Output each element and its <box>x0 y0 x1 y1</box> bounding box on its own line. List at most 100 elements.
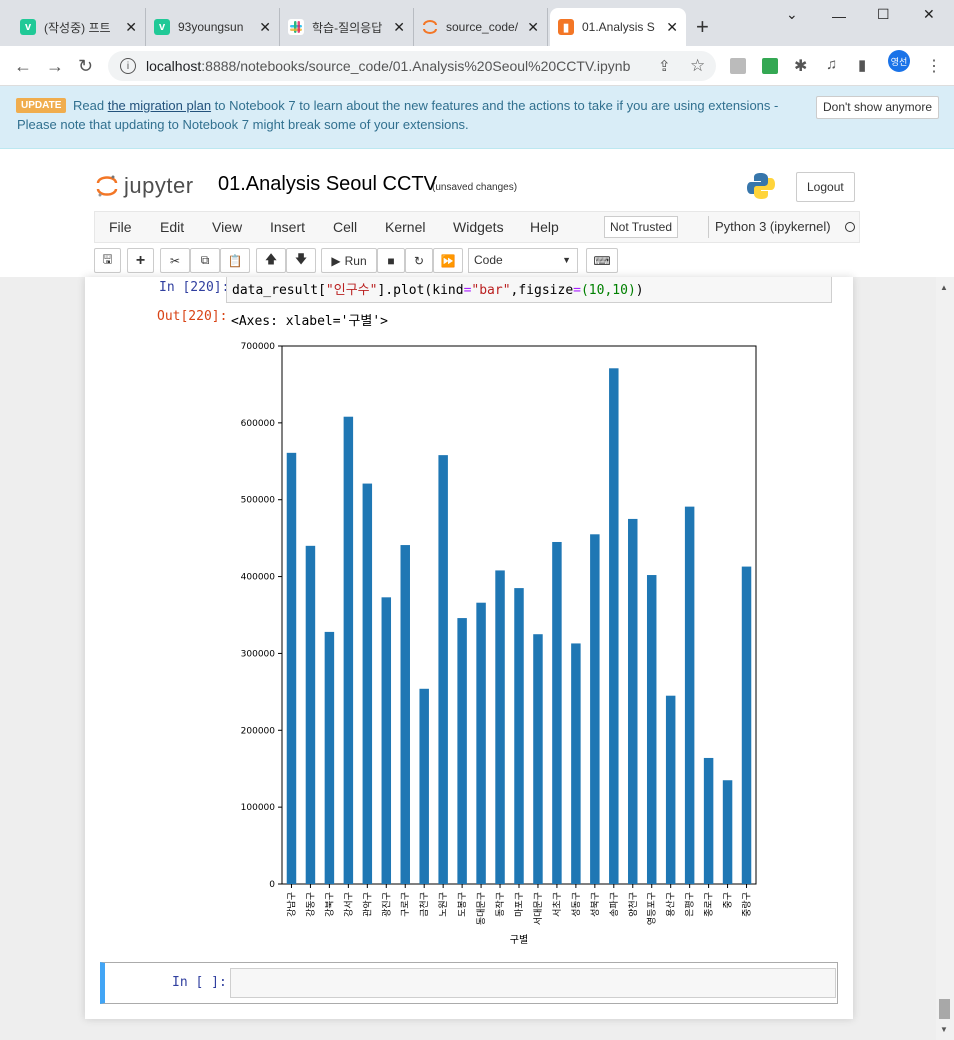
menu-edit[interactable]: Edit <box>160 219 184 235</box>
scrollbar-thumb[interactable] <box>939 999 950 1019</box>
run-button[interactable]: ▶ Run <box>321 248 377 273</box>
copy-button[interactable]: ⧉ <box>190 248 220 273</box>
scroll-down-icon[interactable]: ▼ <box>940 1025 948 1034</box>
scrollbar[interactable]: ▲ ▼ <box>936 277 954 1040</box>
copy-icon: ⧉ <box>200 253 210 267</box>
browser-tab[interactable]: 학습-질의응답 ✕ <box>280 8 414 46</box>
code-token: ].plot(kind <box>377 283 464 298</box>
x-tick-label: 구로구 <box>400 892 411 917</box>
menu-help[interactable]: Help <box>530 219 559 235</box>
bar <box>571 643 581 884</box>
python-logo-icon <box>746 171 776 201</box>
code-cell-input[interactable]: data_result["인구수"].plot(kind = "bar",figsi… <box>226 277 832 303</box>
url-host: localhost <box>146 58 202 74</box>
more-icon[interactable]: ⋮ <box>926 56 942 76</box>
cell-type-select[interactable]: Code ▼ <box>468 248 578 273</box>
close-tab-icon[interactable]: ✕ <box>527 19 539 36</box>
output-text: <Axes: xlabel='구별'> <box>231 314 388 329</box>
input-prompt: In [220]: <box>159 280 230 295</box>
save-icon: 🖫 <box>102 252 113 266</box>
share-icon[interactable]: ⇪ <box>658 57 671 75</box>
side-panel-icon[interactable]: ▮ <box>858 56 866 74</box>
reload-icon[interactable]: ↻ <box>78 56 93 77</box>
tab-title: 01.Analysis S <box>582 20 655 34</box>
browser-tab-active[interactable]: ▮ 01.Analysis S ✕ <box>550 8 686 46</box>
not-trusted-button[interactable]: Not Trusted <box>604 216 679 238</box>
close-window-icon[interactable]: ✕ <box>923 6 935 23</box>
paste-button[interactable]: 📋 <box>220 248 250 273</box>
code-token: data_result[ <box>232 283 326 298</box>
back-icon[interactable]: ← <box>14 56 32 77</box>
y-tick-label: 600000 <box>241 419 276 429</box>
y-tick-label: 500000 <box>241 496 276 506</box>
code-token: ,figsize <box>510 283 574 298</box>
restart-button[interactable]: ↻ <box>405 248 433 273</box>
browser-tab[interactable]: v (작성중) 프트 ✕ <box>12 8 146 46</box>
menu-file[interactable]: File <box>109 219 132 235</box>
extension-icon[interactable] <box>730 58 746 74</box>
kernel-name[interactable]: Python 3 (ipykernel) <box>715 219 831 234</box>
move-up-button[interactable]: 🡅 <box>256 248 286 273</box>
bookmark-star-icon[interactable]: ☆ <box>690 56 705 76</box>
code-token: (10,10) <box>580 283 636 298</box>
x-tick-label: 노원구 <box>438 892 449 917</box>
x-tick-label: 송파구 <box>609 892 620 917</box>
x-tick-label: 강남구 <box>286 892 297 917</box>
tab-title: 학습-질의응답 <box>312 20 383 35</box>
minimize-icon[interactable]: — <box>832 8 846 24</box>
browser-tab[interactable]: v 93youngsun ✕ <box>146 8 280 46</box>
x-tick-label: 용산구 <box>666 892 677 917</box>
bar <box>533 634 543 884</box>
menu-insert[interactable]: Insert <box>270 219 305 235</box>
restart-run-all-button[interactable]: ⏩ <box>433 248 463 273</box>
migration-plan-link[interactable]: the migration plan <box>108 98 211 113</box>
notebook-page: In [220]: data_result["인구수"].plot(kind = "… <box>85 277 853 1019</box>
code-cell-input[interactable] <box>230 968 836 998</box>
jupyter-logo[interactable]: jupyter <box>96 173 194 199</box>
bar <box>457 618 467 884</box>
menu-widgets[interactable]: Widgets <box>453 219 504 235</box>
slack-icon <box>288 19 304 35</box>
move-down-button[interactable]: 🡇 <box>286 248 316 273</box>
arrow-down-icon: 🡇 <box>294 252 308 266</box>
logout-button[interactable]: Logout <box>796 172 855 202</box>
notebook-name[interactable]: 01.Analysis Seoul CCTV <box>218 173 437 196</box>
menu-kernel[interactable]: Kernel <box>385 219 425 235</box>
new-tab-icon[interactable]: + <box>696 14 709 40</box>
chevron-down-icon[interactable]: ⌄ <box>786 6 798 23</box>
menu-view[interactable]: View <box>212 219 242 235</box>
extension-icon[interactable] <box>762 58 778 74</box>
url-input[interactable]: i localhost:8888/notebooks/source_code/0… <box>108 51 716 81</box>
x-tick-label: 은평구 <box>685 892 696 917</box>
menu-cell[interactable]: Cell <box>333 219 357 235</box>
empty-code-cell[interactable]: In [ ]: <box>100 962 838 1004</box>
media-icon[interactable]: ♫ <box>826 56 837 73</box>
insert-cell-button[interactable]: + <box>127 248 154 273</box>
unsaved-status: (unsaved changes) <box>432 182 518 193</box>
scroll-up-icon[interactable]: ▲ <box>940 283 948 292</box>
close-tab-icon[interactable]: ✕ <box>393 19 405 36</box>
command-palette-button[interactable]: ⌨ <box>586 248 618 273</box>
close-tab-icon[interactable]: ✕ <box>259 19 271 36</box>
notebook-icon: ▮ <box>558 19 574 35</box>
forward-icon[interactable]: → <box>46 56 64 77</box>
play-icon: ▶ <box>331 253 341 268</box>
jupyter-logo-icon <box>96 174 118 198</box>
cut-button[interactable]: ✂ <box>160 248 190 273</box>
close-tab-icon[interactable]: ✕ <box>666 19 678 36</box>
avatar[interactable]: 영선 <box>888 50 910 72</box>
interrupt-button[interactable]: ■ <box>377 248 405 273</box>
y-tick-label: 700000 <box>241 342 276 352</box>
dont-show-button[interactable]: Don't show anymore <box>816 96 940 119</box>
site-info-icon[interactable]: i <box>120 58 136 74</box>
url-text: localhost:8888/notebooks/source_code/01.… <box>146 58 630 74</box>
browser-tab[interactable]: source_code/ ✕ <box>414 8 548 46</box>
x-tick-label: 성북구 <box>590 892 601 917</box>
maximize-icon[interactable]: ☐ <box>877 6 890 23</box>
output-prompt: Out[220]: <box>157 309 228 324</box>
close-tab-icon[interactable]: ✕ <box>125 19 137 36</box>
puzzle-icon[interactable]: ✱ <box>794 56 807 76</box>
bar <box>419 688 429 884</box>
bar <box>665 695 676 884</box>
save-button[interactable]: 🖫 <box>94 248 121 273</box>
